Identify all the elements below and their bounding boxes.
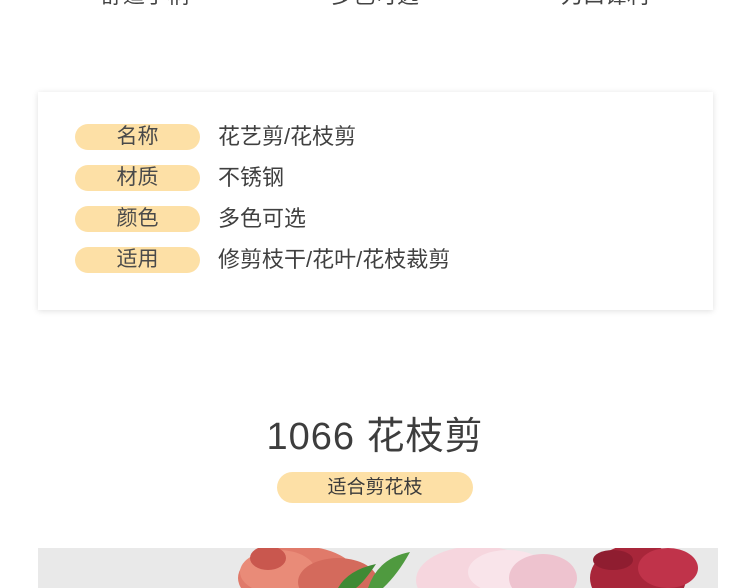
spec-row-material: 材质 不锈钢 (75, 165, 695, 191)
spec-value: 不锈钢 (218, 165, 285, 190)
spec-card: 名称 花艺剪/花枝剪 材质 不锈钢 颜色 多色可选 适用 修剪枝干/花叶/花枝裁… (38, 92, 713, 310)
spec-label: 名称 (75, 124, 200, 150)
spec-value: 多色可选 (218, 206, 307, 231)
spec-row-usage: 适用 修剪枝干/花叶/花枝裁剪 (75, 247, 695, 273)
spec-row-name: 名称 花艺剪/花枝剪 (75, 124, 695, 150)
product-photo (38, 548, 718, 588)
spec-label: 材质 (75, 165, 200, 191)
spec-row-color: 颜色 多色可选 (75, 206, 695, 232)
feature-caption-handle: 舒适手柄 (45, 0, 245, 14)
feature-caption-colors: 多色可选 (275, 0, 475, 14)
flowers-image (38, 548, 718, 588)
product-title: 1066 花枝剪 (266, 416, 484, 458)
spec-value: 修剪枝干/花叶/花枝裁剪 (218, 247, 451, 272)
spec-label: 适用 (75, 247, 200, 273)
feature-captions-row: 舒适手柄 多色可选 刀口锋利 (0, 0, 750, 18)
feature-caption-blade: 刀口锋利 (505, 0, 705, 14)
product-tagline-badge: 适合剪花枝 (277, 472, 473, 503)
spec-label: 颜色 (75, 206, 200, 232)
spec-value: 花艺剪/花枝剪 (218, 124, 357, 149)
